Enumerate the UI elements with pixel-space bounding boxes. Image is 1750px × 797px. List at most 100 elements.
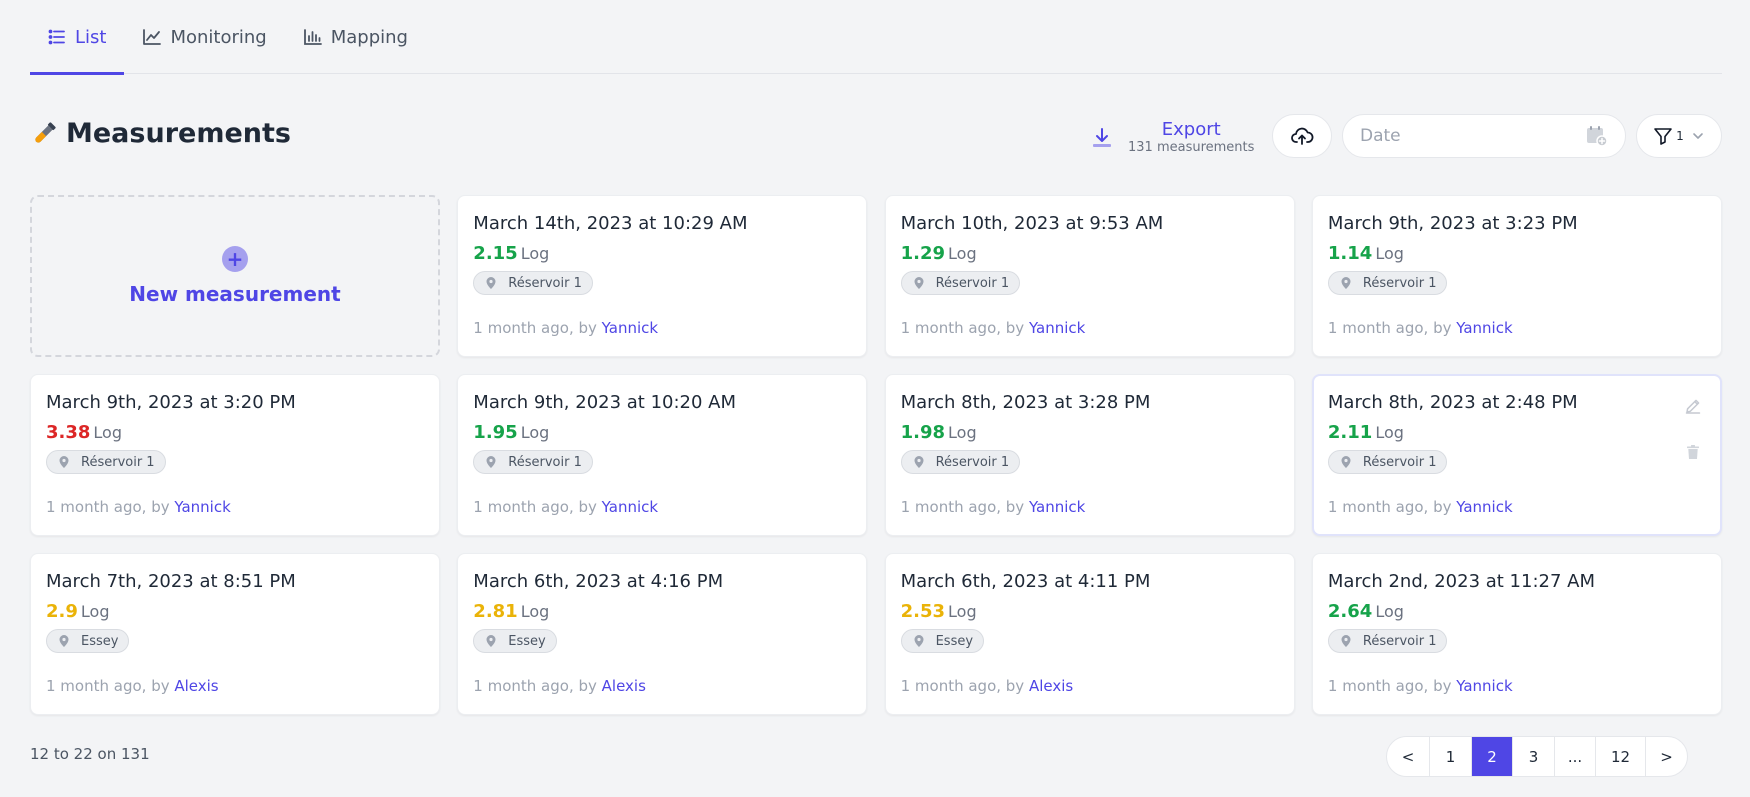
list-icon [47,27,67,47]
measurement-meta: 1 month ago, by Yannick [46,498,231,516]
measurement-age: 1 month ago, by [46,498,175,516]
measurement-unit: Log [1375,423,1404,442]
location-pin-icon [912,276,926,290]
measurement-value-row: 1.95 Log [473,422,851,443]
author-link[interactable]: Yannick [1029,319,1085,337]
measurement-value: 2.9 [46,601,78,622]
measurement-value-row: 1.29 Log [901,243,1279,264]
measurement-card[interactable]: March 10th, 2023 at 9:53 AM 1.29 Log Réserv… [884,195,1295,357]
page-prev[interactable]: < [1387,737,1429,776]
measurement-date: March 9th, 2023 at 3:23 PM [1327,213,1578,234]
location-pin-icon [57,455,71,469]
measurement-value-row: 2.11 Log [1328,422,1706,443]
author-link[interactable]: Yannick [1456,319,1512,337]
tab-list[interactable]: List [30,0,125,75]
location-badge: Réservoir 1 [1327,271,1448,295]
page-ellipsis[interactable]: ... [1554,737,1595,776]
measurement-unit: Log [80,602,110,621]
page-3[interactable]: 3 [1512,737,1554,776]
test-tube-icon [30,120,58,148]
measurement-age: 1 month ago, by [473,677,602,695]
download-icon [1090,126,1114,150]
measurement-meta: 1 month ago, by Yannick [1328,498,1513,516]
measurement-card[interactable]: March 9th, 2023 at 3:20 PM 3.38 Log Réservo… [30,374,440,536]
measurement-card[interactable]: March 8th, 2023 at 3:28 PM 1.98 Log Réservo… [884,374,1295,536]
chevron-down-icon [1691,129,1705,143]
location-badge: Essey [900,629,985,653]
measurement-card[interactable]: March 8th, 2023 at 2:48 PM 2.11 Log Réservo… [1311,374,1722,536]
trash-icon [1684,443,1702,461]
cloud-upload-icon [1290,124,1314,148]
page-next[interactable]: > [1645,737,1687,776]
measurement-unit: Log [1375,602,1404,621]
page-1[interactable]: 1 [1429,737,1471,776]
edit-button[interactable] [1673,386,1713,426]
location-label: Réservoir 1 [935,275,1010,291]
author-link[interactable]: Yannick [1456,498,1512,516]
page-12[interactable]: 12 [1595,737,1645,776]
export-button[interactable]: Export 131 measurements [1090,121,1254,154]
card-actions [1670,380,1716,480]
measurement-unit: Log [948,602,977,621]
import-button[interactable] [1272,114,1332,158]
author-link[interactable]: Yannick [602,319,658,337]
author-link[interactable]: Alexis [602,677,646,695]
measurement-value: 2.11 [1327,422,1373,443]
author-link[interactable]: Alexis [1029,677,1073,695]
location-pin-icon [1339,634,1353,648]
calendar-add-icon[interactable] [1585,124,1609,148]
measurement-age: 1 month ago, by [473,498,602,516]
measurement-value: 2.53 [900,601,946,622]
location-badge: Réservoir 1 [473,450,593,474]
measurement-card[interactable]: March 2nd, 2023 at 11:27 AM 2.64 Log Réserv… [1311,553,1722,715]
author-link[interactable]: Yannick [1029,498,1085,516]
measurement-card[interactable]: March 9th, 2023 at 10:20 AM 1.95 Log Réserv… [457,374,868,536]
page-2[interactable]: 2 [1471,737,1512,776]
export-count: 131 measurements [1128,140,1255,155]
measurement-card[interactable]: March 7th, 2023 at 8:51 PM 2.9 Log Essey 1 m… [30,553,440,715]
measurement-date: March 9th, 2023 at 10:20 AM [473,392,737,413]
measurement-unit: Log [93,423,122,442]
measurement-card[interactable]: March 14th, 2023 at 10:29 AM 2.15 Log Réser… [457,195,868,357]
measurement-date: March 6th, 2023 at 4:11 PM [900,571,1151,592]
filter-button[interactable]: 1 [1636,114,1722,158]
measurement-unit: Log [520,602,550,621]
location-pin-icon [1339,455,1353,469]
delete-button[interactable] [1673,432,1713,472]
tab-monitoring[interactable]: Monitoring [124,0,284,74]
measurement-card[interactable]: March 6th, 2023 at 4:11 PM 2.53 Log Essey 1 … [884,553,1295,715]
measurement-date: March 10th, 2023 at 9:53 AM [900,213,1164,234]
date-input[interactable] [1360,126,1585,146]
measurement-meta: 1 month ago, by Alexis [901,677,1074,695]
location-badge: Réservoir 1 [473,271,593,295]
location-badge: Réservoir 1 [900,450,1021,474]
pagination: <1 2 3... 12 > [1386,736,1688,777]
location-pin-icon [1339,276,1353,290]
author-link[interactable]: Yannick [1456,677,1512,695]
measurement-value-row: 2.15 Log [473,243,851,264]
line-chart-icon [142,27,162,47]
tab-mapping[interactable]: Mapping [285,0,426,74]
measurement-value: 1.14 [1327,243,1373,264]
measurement-meta: 1 month ago, by Alexis [473,677,646,695]
measurement-unit: Log [520,244,550,263]
pagination-range: 12 to 22 on 131 [30,745,150,763]
measurement-age: 1 month ago, by [1327,677,1457,695]
measurement-date: March 9th, 2023 at 3:20 PM [46,392,296,413]
measurement-age: 1 month ago, by [1327,498,1457,516]
author-link[interactable]: Yannick [602,498,658,516]
measurement-value: 1.98 [900,422,946,443]
measurement-date: March 7th, 2023 at 8:51 PM [46,571,296,592]
measurement-meta: 1 month ago, by Yannick [1328,319,1513,337]
tab-monitoring-label: Monitoring [170,26,267,48]
measurement-value-row: 2.81 Log [473,601,851,622]
bar-chart-icon [303,27,323,47]
location-badge: Réservoir 1 [46,450,166,474]
measurement-meta: 1 month ago, by Yannick [1328,677,1513,695]
measurement-card[interactable]: March 6th, 2023 at 4:16 PM 2.81 Log Essey 1 … [457,553,868,715]
new-measurement-card[interactable]: + New measurement [30,195,440,357]
author-link[interactable]: Yannick [174,498,230,516]
author-link[interactable]: Alexis [174,677,218,695]
measurement-value: 3.38 [46,422,91,443]
measurement-card[interactable]: March 9th, 2023 at 3:23 PM 1.14 Log Réservo… [1311,195,1722,357]
